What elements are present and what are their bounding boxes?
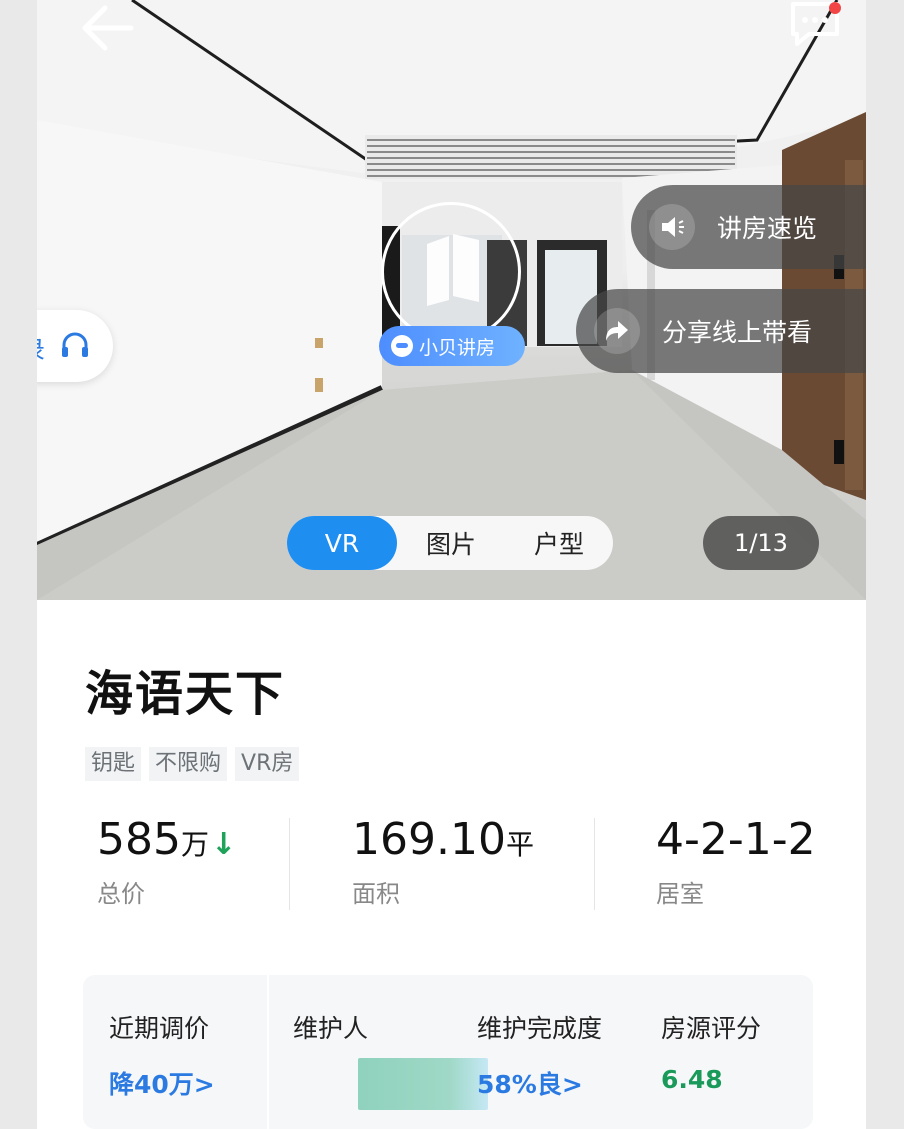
stat-price: 585万↓ 总价 [97, 812, 236, 909]
rooms-value: 4-2-1-2 [656, 814, 816, 865]
ai-agent-label: 小贝讲房 [419, 336, 496, 359]
back-button[interactable] [77, 2, 137, 52]
listing-title: 海语天下 [85, 666, 286, 722]
app-screen: 小贝讲房 讲房速览 分享线上带看 录 [37, 0, 866, 1129]
completion-header: 维护完成度 [477, 1014, 603, 1043]
image-counter: 1/13 [703, 516, 819, 570]
share-tour-label: 分享线上带看 [662, 318, 813, 347]
robot-icon [391, 335, 413, 357]
quick-tour-button[interactable]: 讲房速览 [631, 185, 866, 269]
quick-tour-label: 讲房速览 [717, 214, 818, 243]
tag-keys: 钥匙 [85, 747, 142, 781]
price-unit: 万 [180, 828, 209, 861]
tag-no-purchase-limit: 不限购 [149, 747, 228, 781]
summary-card: 近期调价 降40万> 维护人 维护完成度 58%良> 房源评分 6.48 [83, 975, 813, 1129]
maintainer-header: 维护人 [293, 1014, 369, 1043]
down-arrow-icon: ↓ [211, 827, 237, 862]
tab-photos[interactable]: 图片 [397, 516, 505, 570]
rooms-label: 居室 [656, 880, 704, 908]
headset-icon [62, 332, 88, 357]
area-label: 面积 [352, 880, 400, 908]
consult-tab[interactable]: 录 [37, 310, 113, 382]
price-adjust-value[interactable]: 降40万> [109, 1065, 215, 1101]
stat-divider [594, 818, 595, 910]
price-value: 585 [97, 814, 181, 865]
share-arrow-icon [594, 308, 640, 354]
back-arrow-icon [82, 5, 134, 51]
redacted-block [358, 1058, 488, 1110]
completion-value[interactable]: 58%良> [477, 1065, 583, 1101]
tag-vr-house: VR房 [235, 747, 300, 781]
stat-divider [289, 818, 290, 910]
score-value: 6.48 [661, 1065, 723, 1094]
ai-agent-button[interactable]: 小贝讲房 [379, 326, 525, 366]
price-adjust-header: 近期调价 [109, 1014, 210, 1043]
notification-dot [829, 2, 841, 14]
share-tour-button[interactable]: 分享线上带看 [576, 289, 866, 373]
speaker-icon [649, 204, 695, 250]
tab-vr[interactable]: VR [287, 516, 397, 570]
stat-area: 169.10平 面积 [352, 812, 534, 909]
stat-rooms: 4-2-1-2 居室 [656, 812, 816, 909]
tag-list: 钥匙 不限购 VR房 [85, 747, 300, 781]
card-separator [267, 975, 269, 1129]
consult-tab-text: 录 [37, 330, 45, 365]
area-value: 169.10 [352, 814, 506, 865]
hero-photo[interactable]: 小贝讲房 讲房速览 分享线上带看 录 [37, 0, 866, 600]
tab-floorplan[interactable]: 户型 [505, 516, 613, 570]
media-tabs: VR 图片 户型 [287, 516, 613, 570]
area-unit: 平 [505, 828, 534, 861]
price-label: 总价 [97, 880, 145, 908]
score-header: 房源评分 [661, 1014, 762, 1043]
vr-logo-icon [427, 234, 479, 306]
